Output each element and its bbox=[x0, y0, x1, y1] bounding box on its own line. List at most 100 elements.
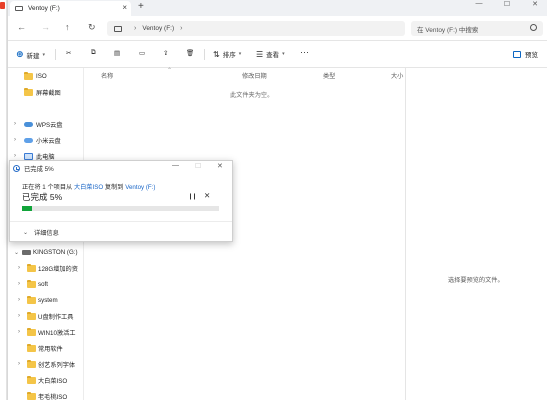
sort-up-icon: ⌃ bbox=[167, 68, 173, 74]
chevron-right-icon[interactable]: › bbox=[18, 361, 20, 367]
destination-link[interactable]: Ventoy (F:) bbox=[125, 184, 155, 191]
chevron-down-icon[interactable]: ⌄ bbox=[14, 249, 19, 256]
new-label: 新建 bbox=[26, 52, 40, 60]
divider bbox=[10, 221, 232, 222]
dialog-close-button[interactable]: ✕ bbox=[217, 162, 223, 170]
nav-label: soft bbox=[38, 280, 48, 288]
folder-icon bbox=[24, 87, 33, 96]
nav-label: WPS云盘 bbox=[36, 121, 63, 129]
progress-icon bbox=[13, 165, 20, 172]
sort-button[interactable]: ⇅ 排序 ▾ bbox=[213, 49, 242, 60]
nav-item-iso[interactable]: ISO bbox=[8, 70, 83, 82]
forward-icon[interactable]: → bbox=[41, 22, 50, 32]
preview-label: 预览 bbox=[525, 52, 538, 59]
chevron-down-icon: ▾ bbox=[238, 51, 242, 57]
delete-icon[interactable]: 🗑 bbox=[186, 49, 194, 57]
nav-label: 老毛桃ISO bbox=[38, 393, 68, 400]
rename-icon[interactable]: ▭ bbox=[139, 49, 145, 57]
nav-item-folder[interactable]: › WIN10激活工 bbox=[8, 326, 83, 338]
nav-item-folder[interactable]: › U盘制作工具 bbox=[8, 310, 83, 322]
column-header-size[interactable]: 大小 bbox=[391, 71, 403, 80]
new-button[interactable]: ⊕ 新建 ▾ bbox=[16, 49, 45, 60]
nav-item-folder[interactable]: › 创艺系列字体 bbox=[8, 358, 83, 370]
breadcrumb-location[interactable]: Ventoy (F:) bbox=[142, 25, 174, 32]
nav-label: 常用软件 bbox=[38, 345, 63, 353]
dialog-minimize-button[interactable]: — bbox=[172, 162, 179, 169]
chevron-right-icon[interactable]: › bbox=[14, 121, 16, 127]
nav-item-folder[interactable]: 常用软件 bbox=[8, 342, 83, 354]
nav-item-folder[interactable]: 老毛桃ISO bbox=[8, 390, 83, 400]
dialog-title: 已完成 5% bbox=[24, 166, 54, 173]
folder-icon bbox=[27, 311, 36, 320]
minimize-button[interactable]: — bbox=[470, 0, 488, 10]
search-input[interactable]: 在 Ventoy (F:) 中搜索 bbox=[411, 21, 543, 36]
address-bar-row: ← → ↑ ↻ › Ventoy (F:) › 在 Ventoy (F:) 中搜… bbox=[8, 16, 547, 41]
nav-item-folder[interactable]: › system bbox=[8, 294, 83, 306]
refresh-icon[interactable]: ↻ bbox=[88, 22, 96, 33]
divider bbox=[55, 49, 56, 60]
divider bbox=[204, 49, 205, 60]
percent-complete: 已完成 5% bbox=[22, 192, 63, 202]
chevron-right-icon[interactable]: › bbox=[18, 297, 20, 303]
nav-item-folder[interactable]: › soft bbox=[8, 278, 83, 290]
nav-label: KINGSTON (G:) bbox=[33, 248, 78, 256]
close-button[interactable]: ✕ bbox=[526, 0, 544, 10]
cancel-copy-button[interactable]: ✕ bbox=[204, 191, 210, 200]
copy-icon[interactable]: ⧉ bbox=[91, 49, 96, 57]
column-header-name[interactable]: 名称 bbox=[101, 71, 113, 80]
nav-label: 大白菜ISO bbox=[38, 377, 68, 385]
chevron-right-icon[interactable]: › bbox=[14, 137, 16, 143]
details-toggle[interactable]: ⌄ 详细信息 bbox=[23, 228, 59, 237]
nav-item-kingston[interactable]: ⌄ KINGSTON (G:) bbox=[8, 246, 83, 258]
chevron-right-icon[interactable]: › bbox=[18, 329, 20, 335]
nav-item-wps-cloud[interactable]: › WPS云盘 bbox=[8, 118, 83, 130]
nav-item-screenshots[interactable]: 屏幕截图 bbox=[8, 86, 83, 98]
folder-icon bbox=[27, 375, 36, 384]
nav-item-mi-cloud[interactable]: › 小米云盘 bbox=[8, 134, 83, 146]
chevron-down-icon: ⌄ bbox=[23, 230, 29, 236]
search-icon bbox=[530, 24, 537, 31]
pause-button[interactable]: ❙❙ bbox=[188, 193, 197, 200]
copy-progress-dialog: 已完成 5% — ☐ ✕ 正在将 1 个项目从 大白菜ISO 复制到 Vento… bbox=[9, 160, 233, 242]
computer-icon bbox=[24, 152, 33, 160]
chevron-right-icon[interactable]: › bbox=[18, 313, 20, 319]
command-bar: ⊕ 新建 ▾ ✂ ⧉ ▤ ▭ ⇪ 🗑 ⇅ 排序 ▾ ☰ 查看 ▾ ··· 预览 bbox=[8, 41, 547, 68]
chevron-right-icon[interactable]: › bbox=[18, 265, 20, 271]
details-label: 详细信息 bbox=[34, 230, 59, 237]
preview-placeholder: 选择要预览的文件。 bbox=[448, 277, 504, 284]
chevron-right-icon[interactable]: › bbox=[18, 281, 20, 287]
chevron-right-icon[interactable]: › bbox=[14, 153, 16, 159]
sort-label: 排序 bbox=[222, 52, 236, 59]
back-icon[interactable]: ← bbox=[17, 22, 26, 32]
tab-ventoy[interactable]: Ventoy (F:) × bbox=[10, 1, 131, 16]
folder-icon bbox=[24, 71, 33, 80]
up-icon[interactable]: ↑ bbox=[65, 22, 70, 32]
nav-label: 屏幕截图 bbox=[36, 89, 61, 97]
column-header-modified[interactable]: 修改日期 bbox=[242, 71, 267, 80]
column-header-type[interactable]: 类型 bbox=[323, 71, 335, 80]
nav-label: WIN10激活工 bbox=[38, 329, 76, 337]
drive-icon bbox=[15, 6, 23, 11]
nav-item-folder[interactable]: › 128G增加的资 bbox=[8, 262, 83, 274]
background-window-edge bbox=[0, 0, 7, 400]
new-tab-button[interactable]: + bbox=[138, 1, 144, 12]
plus-icon: ⊕ bbox=[16, 49, 24, 59]
preview-pane-button[interactable]: 预览 bbox=[513, 49, 538, 59]
nav-label: U盘制作工具 bbox=[38, 313, 74, 321]
address-field[interactable]: › Ventoy (F:) › bbox=[107, 21, 405, 36]
tab-close-icon[interactable]: × bbox=[122, 3, 127, 12]
paste-icon[interactable]: ▤ bbox=[114, 49, 120, 57]
chevron-right-icon: › bbox=[134, 25, 137, 32]
more-options-button[interactable]: ··· bbox=[300, 47, 309, 57]
usb-drive-icon bbox=[22, 249, 31, 255]
source-link[interactable]: 大白菜ISO bbox=[74, 184, 103, 191]
view-button[interactable]: ☰ 查看 ▾ bbox=[256, 49, 285, 60]
folder-icon bbox=[27, 295, 36, 304]
preview-pane: 选择要预览的文件。 bbox=[405, 68, 547, 400]
cut-icon[interactable]: ✂ bbox=[66, 49, 71, 57]
chevron-right-icon: › bbox=[180, 25, 183, 32]
maximize-button[interactable]: ☐ bbox=[498, 0, 516, 10]
folder-icon bbox=[27, 263, 36, 272]
nav-item-folder[interactable]: 大白菜ISO bbox=[8, 374, 83, 386]
share-icon[interactable]: ⇪ bbox=[163, 49, 168, 57]
